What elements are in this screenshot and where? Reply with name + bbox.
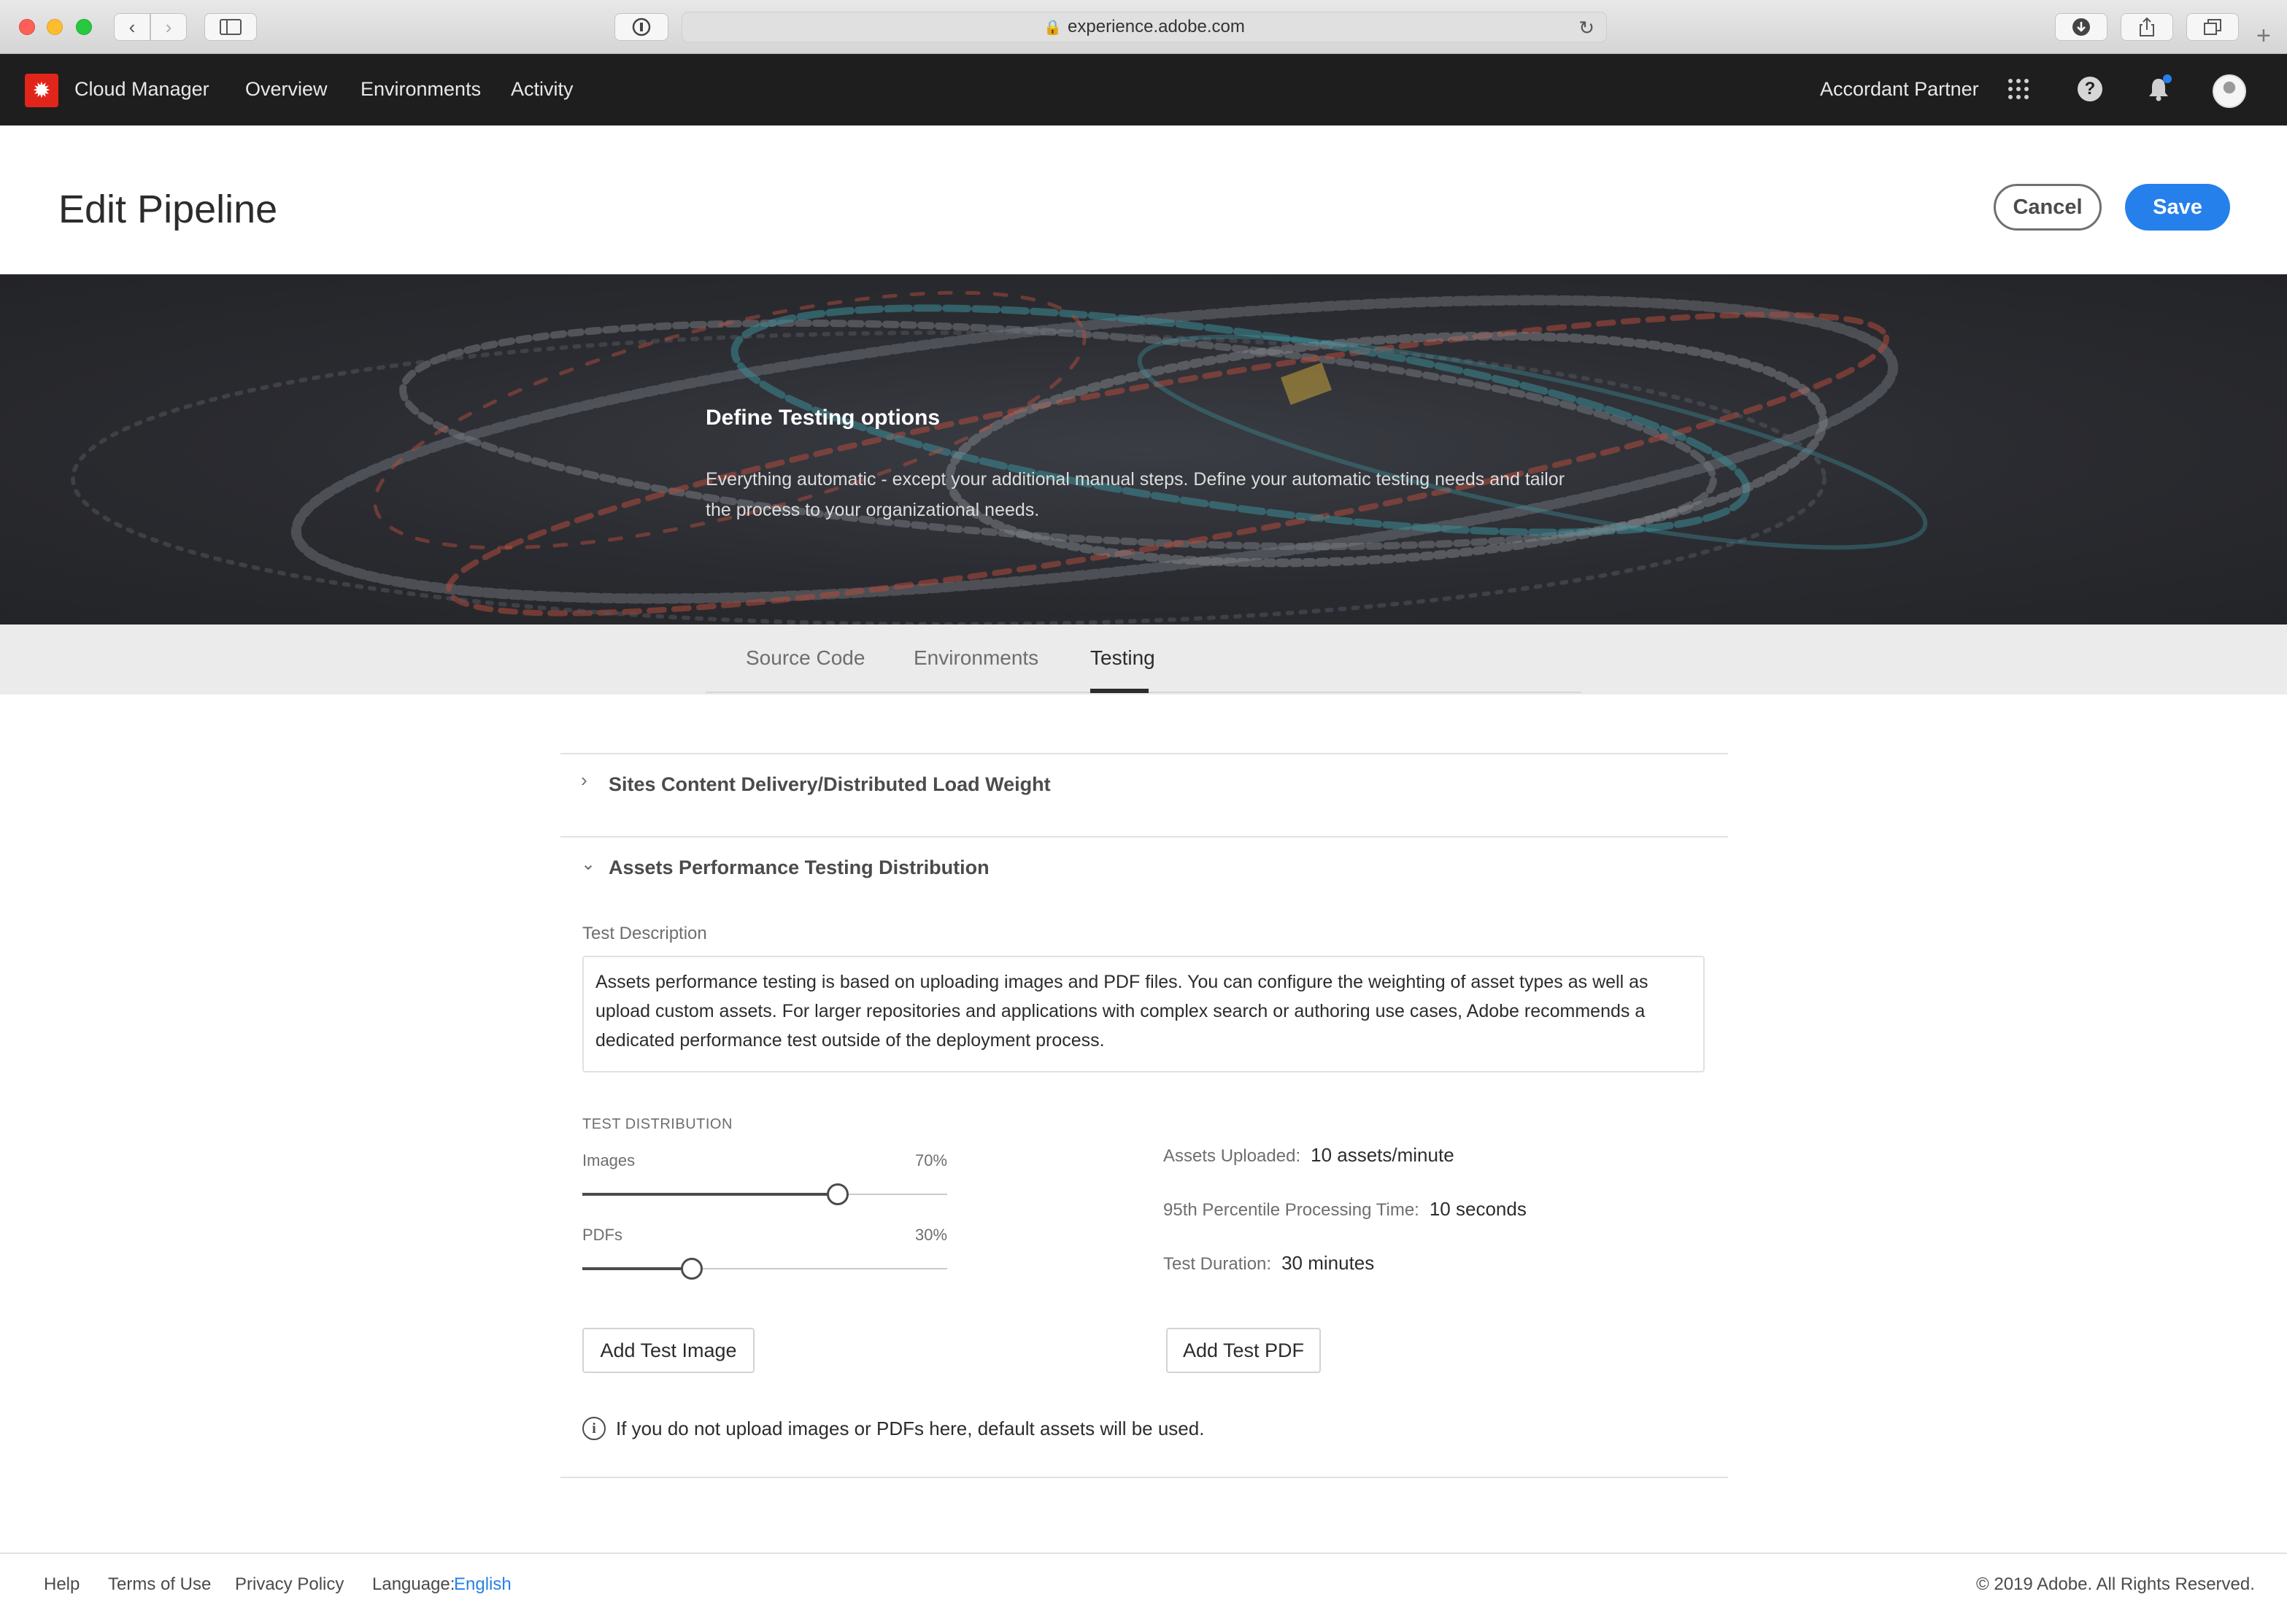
pdfs-slider[interactable] <box>582 1256 947 1281</box>
address-bar[interactable]: 🔒 experience.adobe.com ↻ <box>682 12 1607 42</box>
images-slider[interactable] <box>582 1182 947 1207</box>
accordion-sites-header[interactable]: › Sites Content Delivery/Distributed Loa… <box>560 754 1728 835</box>
stat-value: 10 seconds <box>1429 1198 1527 1220</box>
add-test-image-button[interactable]: Add Test Image <box>582 1328 755 1373</box>
slider-thumb[interactable] <box>681 1258 703 1280</box>
zoom-window-button[interactable] <box>76 19 92 35</box>
stat-label: 95th Percentile Processing Time: <box>1163 1200 1419 1220</box>
active-tab-indicator <box>1090 689 1149 693</box>
step-tabs: Source Code Environments Testing <box>0 625 2287 695</box>
tab-environments[interactable]: Environments <box>914 646 1038 670</box>
page-title: Edit Pipeline <box>58 187 278 231</box>
stat-label: Test Duration: <box>1163 1254 1272 1274</box>
downloads-button[interactable] <box>2055 13 2107 41</box>
help-button[interactable]: ? <box>2074 73 2106 105</box>
hero-description: Everything automatic - except your addit… <box>706 469 1565 520</box>
images-slider-value: 70% <box>915 1151 948 1169</box>
chevron-down-icon: ⌄ <box>581 854 596 874</box>
url-text: experience.adobe.com <box>1068 17 1245 36</box>
accordion-sites-title: Sites Content Delivery/Distributed Load … <box>609 773 1051 795</box>
stat-processing-time: 95th Percentile Processing Time: 10 secon… <box>1163 1198 1527 1221</box>
apps-grid-icon[interactable] <box>2002 73 2035 105</box>
help-icon: ? <box>2078 77 2102 101</box>
footer-divider <box>0 1553 2287 1554</box>
cancel-button[interactable]: Cancel <box>1994 184 2102 231</box>
hero-background-art <box>71 290 1928 625</box>
chevron-right-icon: › <box>165 15 172 38</box>
browser-toolbar: ‹ › 🔒 experience.adobe.com ↻ + <box>0 0 2287 54</box>
nav-activity[interactable]: Activity <box>511 78 574 101</box>
app-name[interactable]: Cloud Manager <box>74 78 209 101</box>
footer-help-link[interactable]: Help <box>44 1574 80 1595</box>
slider-fill <box>582 1267 692 1270</box>
slider-thumb[interactable] <box>827 1183 849 1205</box>
nav-overview[interactable]: Overview <box>245 78 328 101</box>
password-button[interactable] <box>614 13 668 41</box>
info-text: If you do not upload images or PDFs here… <box>616 1417 1205 1439</box>
pdfs-slider-value: 30% <box>915 1226 948 1244</box>
stat-value: 30 minutes <box>1281 1252 1375 1274</box>
avatar[interactable] <box>2213 74 2246 108</box>
download-icon <box>2072 18 2090 36</box>
chevron-left-icon: ‹ <box>128 15 136 38</box>
nav-environments[interactable]: Environments <box>360 78 481 101</box>
chevron-right-icon: › <box>581 769 587 791</box>
org-switcher[interactable]: Accordant Partner <box>1820 78 1979 101</box>
footer-terms-link[interactable]: Terms of Use <box>108 1574 211 1595</box>
info-icon: i <box>582 1417 606 1440</box>
notification-badge <box>2163 74 2172 83</box>
stat-label: Assets Uploaded: <box>1163 1146 1301 1166</box>
tabs-icon <box>2204 19 2221 35</box>
accordion-assets-title: Assets Performance Testing Distribution <box>609 857 990 878</box>
back-button[interactable]: ‹ <box>114 13 150 41</box>
slider-fill <box>582 1193 838 1196</box>
hero-title: Define Testing options <box>706 406 941 430</box>
minimize-window-button[interactable] <box>47 19 63 35</box>
tab-testing[interactable]: Testing <box>1090 646 1155 670</box>
footer-privacy-link[interactable]: Privacy Policy <box>235 1574 344 1595</box>
new-tab-button[interactable]: + <box>2256 22 2271 50</box>
sidebar-toggle-button[interactable] <box>204 13 257 41</box>
save-button[interactable]: Save <box>2125 184 2230 231</box>
stat-test-duration: Test Duration: 30 minutes <box>1163 1252 1374 1275</box>
test-distribution-label: TEST DISTRIBUTION <box>582 1116 733 1132</box>
test-description-label: Test Description <box>582 924 707 943</box>
share-button[interactable] <box>2121 13 2173 41</box>
add-test-pdf-button[interactable]: Add Test PDF <box>1166 1328 1321 1373</box>
lock-icon: 🔒 <box>1044 19 1062 36</box>
info-note: i If you do not upload images or PDFs he… <box>582 1417 1204 1440</box>
app-header: ✹ Cloud Manager Overview Environments Ac… <box>0 54 2287 125</box>
adobe-logo[interactable]: ✹ <box>25 74 58 107</box>
test-description-field[interactable]: Assets performance testing is based on u… <box>582 956 1705 1072</box>
close-window-button[interactable] <box>19 19 35 35</box>
footer-copyright: © 2019 Adobe. All Rights Reserved. <box>1976 1574 2255 1594</box>
tab-source-code[interactable]: Source Code <box>746 646 865 670</box>
stat-value: 10 assets/minute <box>1311 1144 1454 1166</box>
stat-assets-uploaded: Assets Uploaded: 10 assets/minute <box>1163 1144 1454 1167</box>
reload-icon[interactable]: ↻ <box>1578 17 1594 39</box>
hero-banner: Define Testing options Everything automa… <box>0 274 2287 625</box>
tab-overview-button[interactable] <box>2186 13 2239 41</box>
footer-language-label: Language: <box>372 1574 455 1594</box>
divider <box>560 1477 1728 1478</box>
images-slider-label: Images <box>582 1151 636 1169</box>
accordion-assets-header[interactable]: ⌄ Assets Performance Testing Distributio… <box>560 838 1728 903</box>
pdfs-slider-label: PDFs <box>582 1226 622 1244</box>
password-icon <box>632 18 651 36</box>
forward-button[interactable]: › <box>150 13 187 41</box>
footer-language-link[interactable]: English <box>454 1574 512 1595</box>
sidebar-icon <box>220 19 242 35</box>
notifications-button[interactable] <box>2143 73 2175 105</box>
share-icon <box>2140 17 2154 36</box>
